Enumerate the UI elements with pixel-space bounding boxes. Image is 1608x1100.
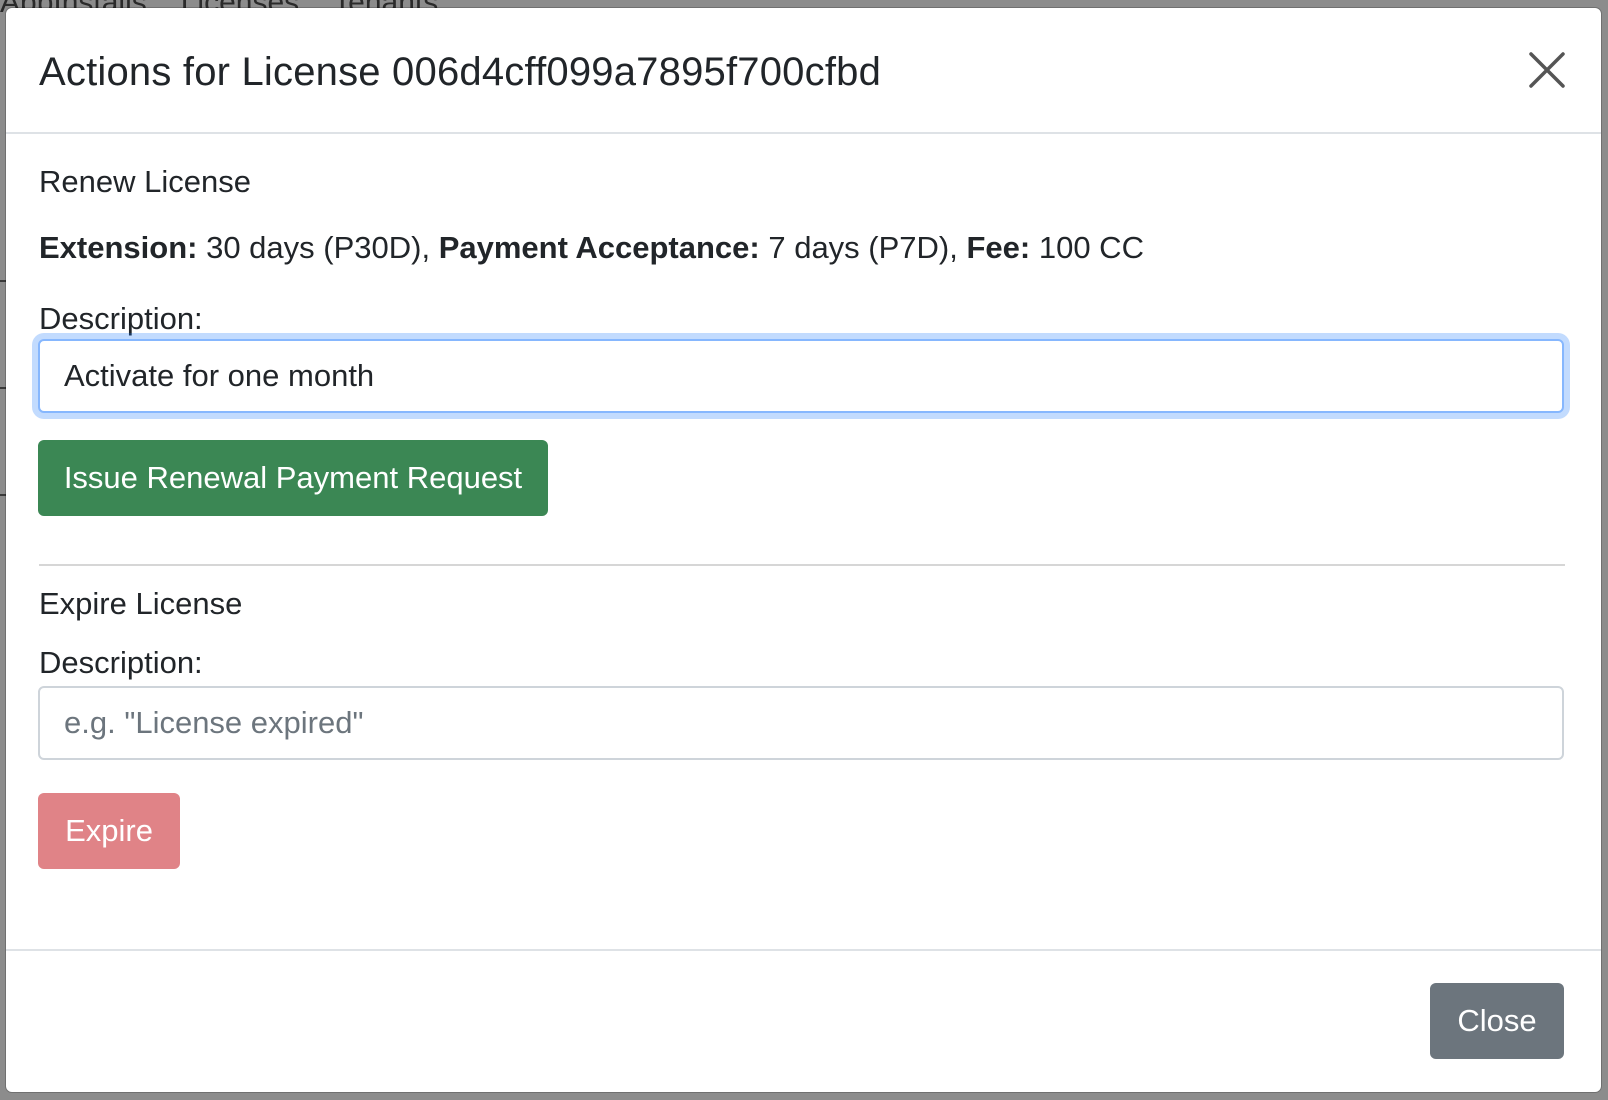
expire-description-label: Description: <box>39 645 203 680</box>
modal-title: Actions for License 006d4cff099a7895f700… <box>39 50 882 94</box>
section-divider <box>39 564 1565 566</box>
payment-acceptance-value: 7 days (P7D), <box>759 230 967 265</box>
license-actions-modal: Actions for License 006d4cff099a7895f700… <box>6 8 1601 1092</box>
modal-footer-divider <box>6 949 1601 951</box>
fee-label: Fee: <box>966 230 1031 265</box>
expire-button[interactable]: Expire <box>38 793 180 869</box>
modal-close-button[interactable] <box>1527 50 1567 90</box>
close-icon <box>1527 50 1567 90</box>
expire-description-input[interactable] <box>38 686 1564 760</box>
renew-description-label: Description: <box>39 301 203 336</box>
close-button[interactable]: Close <box>1430 983 1564 1059</box>
renew-license-heading: Renew License <box>39 164 251 199</box>
payment-acceptance-label: Payment Acceptance: <box>438 230 760 265</box>
renew-description-input[interactable] <box>38 339 1564 413</box>
modal-header: Actions for License 006d4cff099a7895f700… <box>6 8 1601 134</box>
extension-label: Extension: <box>39 230 198 265</box>
renewal-terms: Extension: 30 days (P30D), Payment Accep… <box>39 230 1144 266</box>
issue-renewal-payment-request-button[interactable]: Issue Renewal Payment Request <box>38 440 548 516</box>
expire-license-heading: Expire License <box>39 586 243 621</box>
fee-value: 100 CC <box>1030 230 1144 265</box>
extension-value: 30 days (P30D), <box>197 230 439 265</box>
